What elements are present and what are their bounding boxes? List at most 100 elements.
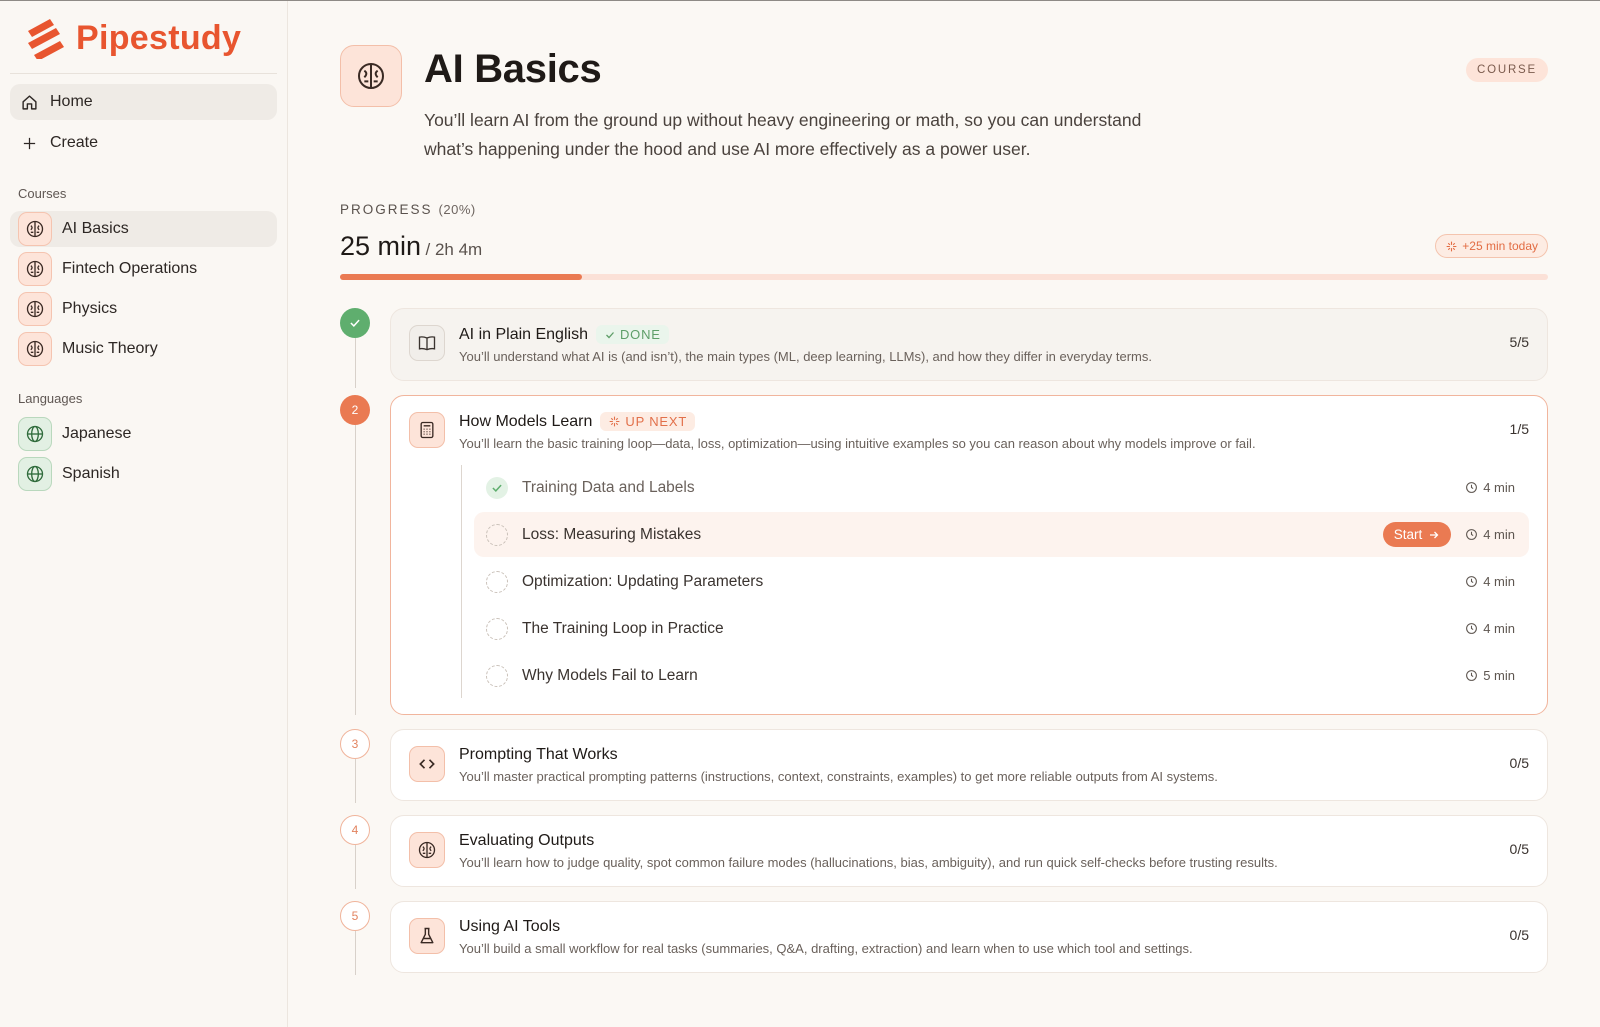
sidebar-language-spanish[interactable]: Spanish: [10, 456, 277, 492]
sidebar-language-japanese[interactable]: Japanese: [10, 416, 277, 452]
lesson-duration: 4 min: [1465, 527, 1515, 542]
brand-logo[interactable]: Pipestudy: [10, 15, 277, 74]
unit-progress-count: 5/5: [1509, 334, 1529, 350]
unit-title: How Models Learn: [459, 412, 593, 430]
nav-home-label: Home: [50, 93, 93, 110]
sidebar-course-label: Physics: [62, 300, 118, 317]
lesson-pending-icon: [486, 523, 508, 546]
progress-bar-fill: [340, 274, 582, 280]
lesson-duration: 4 min: [1465, 480, 1515, 495]
brain-icon: [340, 45, 402, 107]
progress-bar: [340, 274, 1548, 280]
progress-summary: 25 min / 2h 4m +25 min today: [340, 231, 1548, 262]
lesson-duration-label: 4 min: [1483, 574, 1515, 589]
sparkle-icon: [1446, 241, 1457, 251]
time-total: / 2h 4m: [425, 240, 483, 259]
unit-number-marker: 3: [340, 729, 370, 759]
lesson-duration: 5 min: [1465, 668, 1515, 683]
unit-progress-count: 0/5: [1509, 755, 1529, 771]
book-icon: [409, 325, 445, 361]
sidebar-course-ai-basics[interactable]: AI Basics: [10, 211, 277, 247]
unit-card[interactable]: Evaluating Outputs You’ll learn how to j…: [390, 815, 1548, 887]
globe-icon: [18, 417, 52, 451]
start-lesson-button[interactable]: Start: [1382, 522, 1452, 547]
sidebar-course-label: Music Theory: [62, 340, 158, 357]
unit-row: 2 How Models Learn UP NEXT You’ll learn …: [340, 395, 1548, 715]
lesson-title: Loss: Measuring Mistakes: [522, 525, 702, 543]
check-icon: [606, 331, 614, 338]
unit-number-marker: 4: [340, 815, 370, 845]
lesson-pending-icon: [486, 664, 508, 687]
unit-row: 5 Using AI Tools You’ll build a small wo…: [340, 901, 1548, 975]
unit-title: AI in Plain English: [459, 325, 588, 343]
lesson-pending-icon: [486, 617, 508, 640]
nav-home[interactable]: Home: [10, 84, 277, 120]
unit-description: You’ll understand what AI is (and isn’t)…: [459, 349, 1152, 364]
lesson-item[interactable]: The Training Loop in Practice 4 min: [474, 606, 1529, 651]
progress-label-text: PROGRESS: [340, 202, 433, 217]
nav-create[interactable]: Create: [10, 125, 277, 161]
sidebar-course-physics[interactable]: Physics: [10, 291, 277, 327]
lesson-duration-label: 4 min: [1483, 527, 1515, 542]
course-type-badge: COURSE: [1465, 58, 1548, 82]
progress-percent: (20%): [438, 202, 476, 217]
lesson-duration-label: 4 min: [1483, 621, 1515, 636]
today-chip: +25 min today: [1435, 234, 1548, 258]
unit-description: You’ll build a small workflow for real t…: [459, 941, 1193, 956]
lesson-complete-icon: [486, 476, 508, 499]
clock-icon: [1466, 529, 1478, 540]
unit-timeline: AI in Plain English DONE You’ll understa…: [340, 308, 1548, 975]
unit-description: You’ll master practical prompting patter…: [459, 769, 1218, 784]
courses-section-label: Courses: [18, 186, 67, 201]
lesson-item[interactable]: Optimization: Updating Parameters 4 min: [474, 559, 1529, 604]
unit-card[interactable]: How Models Learn UP NEXT You’ll learn th…: [390, 395, 1548, 715]
unit-number-marker: 5: [340, 901, 370, 931]
sidebar-course-label: Fintech Operations: [62, 260, 198, 277]
course-header: AI Basics You’ll learn AI from the groun…: [340, 45, 1548, 164]
sidebar-language-label: Spanish: [62, 465, 120, 482]
progress-label: PROGRESS (20%): [340, 202, 1548, 217]
unit-card[interactable]: Using AI Tools You’ll build a small work…: [390, 901, 1548, 973]
time-completed: 25 min: [340, 231, 422, 261]
brain-icon: [18, 212, 52, 246]
page-title: AI Basics: [424, 47, 602, 91]
lesson-duration-label: 5 min: [1483, 668, 1515, 683]
sidebar: Pipestudy Home Create Courses AI Basics: [0, 1, 288, 1027]
plus-icon: [20, 136, 38, 151]
unit-description: You’ll learn how to judge quality, spot …: [459, 855, 1278, 870]
calculator-icon: [409, 412, 445, 448]
lesson-duration: 4 min: [1465, 621, 1515, 636]
clock-icon: [1466, 482, 1478, 493]
brain-icon: [18, 332, 52, 366]
unit-complete-marker: [340, 308, 370, 338]
start-button-label: Start: [1393, 527, 1423, 542]
unit-description: You’ll learn the basic training loop—dat…: [459, 436, 1256, 451]
lesson-title: Optimization: Updating Parameters: [522, 572, 764, 590]
unit-row: AI in Plain English DONE You’ll understa…: [340, 308, 1548, 388]
sidebar-course-music-theory[interactable]: Music Theory: [10, 331, 277, 367]
sidebar-course-fintech[interactable]: Fintech Operations: [10, 251, 277, 287]
sidebar-course-label: AI Basics: [62, 220, 129, 237]
unit-progress-count: 0/5: [1509, 841, 1529, 857]
lesson-title: Why Models Fail to Learn: [522, 666, 698, 684]
pipestudy-logo-icon: [28, 19, 64, 59]
globe-icon: [18, 457, 52, 491]
unit-title: Prompting That Works: [459, 746, 618, 763]
check-icon: [350, 319, 360, 328]
brain-icon: [18, 292, 52, 326]
languages-section-label: Languages: [18, 391, 83, 406]
clock-icon: [1466, 623, 1478, 634]
lesson-duration-label: 4 min: [1483, 480, 1515, 495]
unit-card[interactable]: Prompting That Works You’ll master pract…: [390, 729, 1548, 801]
status-badge-label: DONE: [619, 327, 661, 342]
flask-icon: [409, 918, 445, 954]
lesson-item[interactable]: Loss: Measuring Mistakes Start 4 min: [474, 512, 1529, 557]
today-chip-label: +25 min today: [1462, 239, 1538, 253]
lesson-item[interactable]: Training Data and Labels 4 min: [474, 465, 1529, 510]
clock-icon: [1466, 670, 1478, 681]
sparkle-icon: [610, 416, 620, 427]
unit-card[interactable]: AI in Plain English DONE You’ll understa…: [390, 308, 1548, 381]
unit-title: Evaluating Outputs: [459, 832, 595, 849]
main-content: COURSE AI Basics You’ll learn AI from th…: [288, 1, 1600, 1027]
lesson-item[interactable]: Why Models Fail to Learn 5 min: [474, 653, 1529, 698]
